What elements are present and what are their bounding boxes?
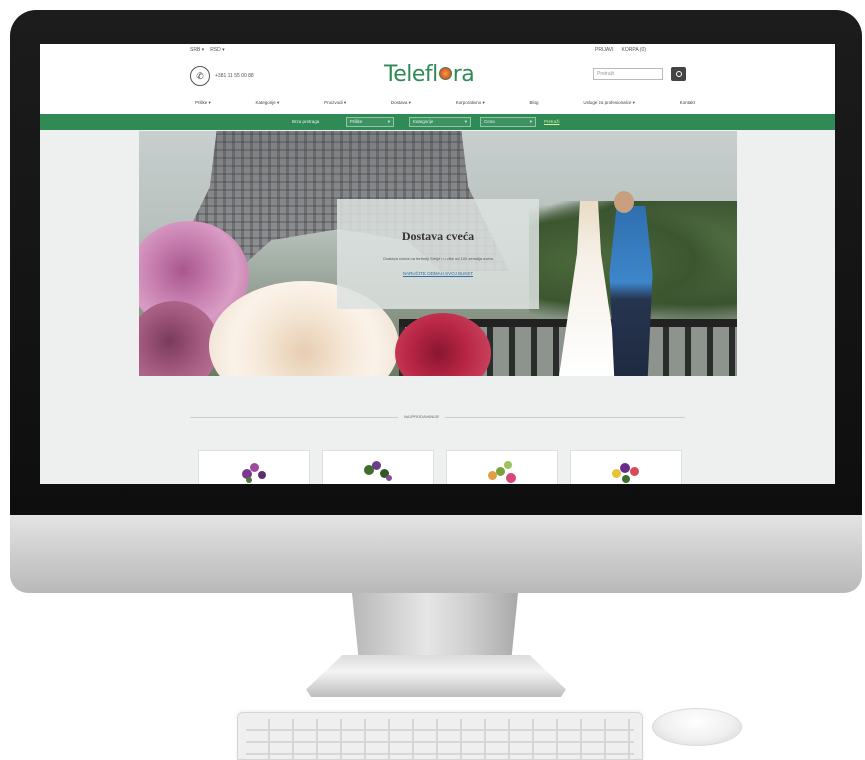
site-header: SRB ▾ RSD ▾ PRIJAVI KORPA (0) ✆ +381 11 …: [40, 44, 835, 114]
language-select[interactable]: SRB ▾: [190, 47, 204, 53]
keyboard: [237, 712, 643, 760]
chevron-down-icon: ▾: [464, 119, 467, 124]
bouquet-image: [608, 459, 644, 484]
account-links: PRIJAVI KORPA (0): [595, 47, 646, 53]
product-card[interactable]: [322, 450, 434, 484]
nav-item-dostava[interactable]: Dostava ▾: [391, 100, 411, 106]
main-nav: Prilike ▾ Kategorije ▾ Proizvodi ▾ Dosta…: [195, 100, 695, 106]
hero-text: Dostava cveća na teritoriji Srbije i u v…: [383, 256, 493, 261]
bouquet-image: [360, 459, 396, 484]
phone-icon: ✆: [190, 66, 210, 86]
nav-item-korporativno[interactable]: Korporativno ▾: [456, 100, 485, 106]
product-card[interactable]: [198, 450, 310, 484]
nav-item-kategorije[interactable]: Kategorije ▾: [256, 100, 280, 106]
monitor-chin: [10, 515, 862, 593]
chevron-down-icon: ▾: [387, 119, 390, 124]
site-logo[interactable]: Telefl ra: [384, 62, 475, 87]
groom-image: [609, 206, 653, 376]
nav-item-blog[interactable]: Blog: [530, 100, 539, 106]
nav-item-prilike[interactable]: Prilike ▾: [195, 100, 211, 106]
locale-selectors: SRB ▾ RSD ▾: [190, 47, 225, 53]
logo-flower-icon: [438, 67, 452, 80]
monitor-base: [306, 655, 566, 697]
browser-screen: SRB ▾ RSD ▾ PRIJAVI KORPA (0) ✆ +381 11 …: [40, 44, 835, 484]
monitor-stand: [352, 593, 518, 659]
logo-text-right: ra: [452, 62, 475, 87]
product-card[interactable]: [446, 450, 558, 484]
hero-banner: Dostava cveća Dostava cveća na teritorij…: [139, 131, 737, 376]
phone-contact: ✆ +381 11 55 00 88: [190, 66, 254, 86]
cart-link[interactable]: KORPA (0): [622, 47, 646, 53]
groom-head-image: [614, 191, 634, 213]
search-input[interactable]: Pretraži: [593, 68, 663, 80]
nav-item-proizvodi[interactable]: Proizvodi ▾: [324, 100, 346, 106]
login-link[interactable]: PRIJAVI: [595, 47, 614, 53]
quick-search-bar: Brza pretraga Prilike ▾ Kategorije ▾ Cena ▾…: [40, 114, 835, 130]
quick-search-button[interactable]: Pretraži: [544, 119, 560, 124]
category-select-label: Kategorije: [413, 119, 434, 124]
bouquet-image: [484, 459, 520, 484]
hero-card: Dostava cveća Dostava cveća na teritorij…: [337, 199, 539, 309]
occasion-select[interactable]: Prilike ▾: [346, 117, 394, 127]
nav-item-kontakt[interactable]: Kontakt: [680, 100, 695, 106]
search-icon: [675, 71, 682, 77]
currency-select[interactable]: RSD ▾: [210, 47, 224, 53]
search-button[interactable]: [671, 67, 686, 81]
hero-title: Dostava cveća: [401, 229, 475, 243]
price-select[interactable]: Cena ▾: [480, 117, 536, 127]
category-select[interactable]: Kategorije ▾: [409, 117, 471, 127]
mouse: [652, 708, 742, 746]
chevron-down-icon: ▾: [529, 119, 532, 124]
logo-text-left: Telefl: [384, 62, 438, 87]
phone-number[interactable]: +381 11 55 00 88: [215, 73, 254, 79]
occasion-select-label: Prilike: [350, 119, 363, 124]
product-card[interactable]: [570, 450, 682, 484]
quick-search-label: Brza pretraga: [292, 119, 320, 124]
hero-cta-link[interactable]: NARUČITE ODMAH SVOJ BUKET: [337, 271, 539, 276]
bouquet-image: [236, 459, 272, 484]
nav-item-professionals[interactable]: Usluge za profesionalce ▾: [583, 100, 635, 106]
section-title: NAJPRODAVANIJE: [398, 414, 446, 419]
price-select-label: Cena: [484, 119, 495, 124]
